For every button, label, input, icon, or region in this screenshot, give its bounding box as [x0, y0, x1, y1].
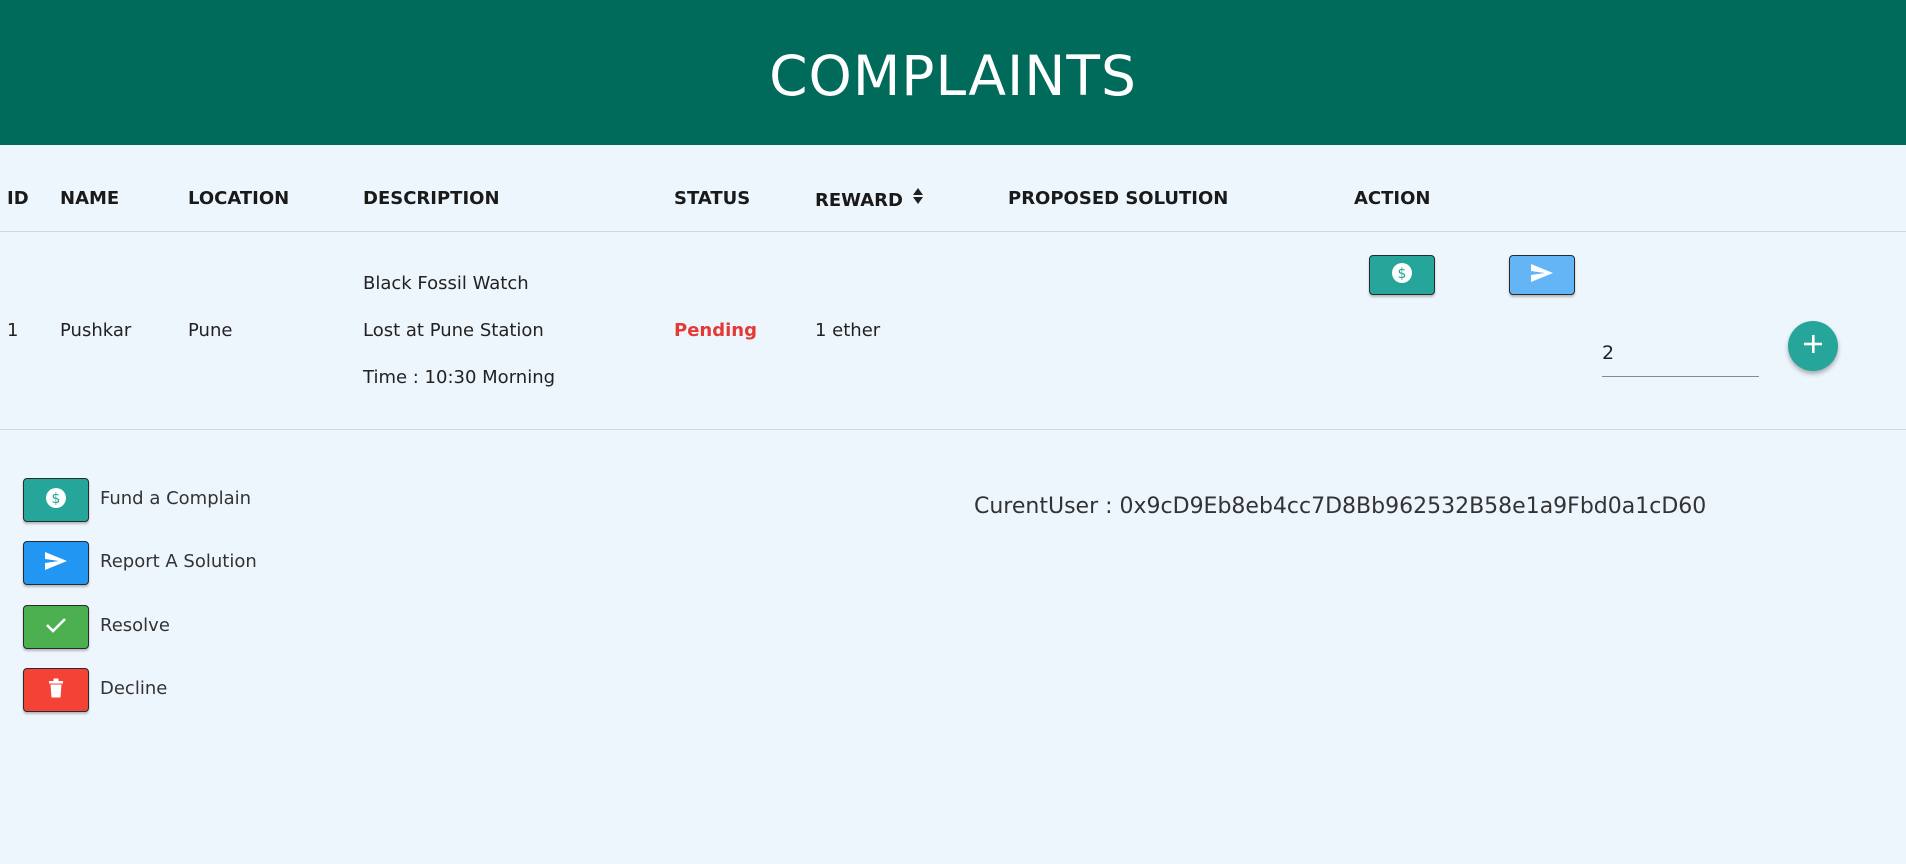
row-divider	[0, 429, 1906, 430]
report-solution-button[interactable]	[1509, 255, 1575, 295]
svg-text:$: $	[52, 491, 61, 507]
column-header-proposed-solution: PROPOSED SOLUTION	[1008, 188, 1229, 209]
legend-resolve-label: Resolve	[100, 615, 170, 636]
current-user: CurentUser : 0x9cD9Eb8eb4cc7D8Bb962532B5…	[974, 494, 1707, 519]
dollar-icon: $	[1391, 262, 1413, 289]
page-title: COMPLAINTS	[769, 43, 1137, 108]
legend-decline-label: Decline	[100, 678, 168, 699]
sort-icon[interactable]	[912, 188, 923, 209]
row-location: Pune	[188, 320, 233, 341]
status-badge: Pending	[674, 320, 757, 341]
column-header-description: DESCRIPTION	[363, 188, 500, 209]
svg-text:$: $	[1398, 266, 1407, 282]
send-icon	[1530, 263, 1554, 288]
amount-input[interactable]	[1602, 330, 1759, 377]
legend-resolve-button[interactable]	[23, 605, 89, 649]
column-header-id: ID	[7, 188, 29, 209]
row-description-line-2: Lost at Pune Station	[363, 320, 544, 341]
column-header-reward[interactable]: REWARD	[815, 188, 923, 211]
row-description-line-1: Black Fossil Watch	[363, 273, 529, 294]
column-header-action: ACTION	[1354, 188, 1431, 209]
row-description-line-3: Time : 10:30 Morning	[363, 367, 556, 388]
header-divider	[0, 231, 1906, 232]
legend-fund-label: Fund a Complain	[100, 488, 252, 509]
page-header: COMPLAINTS	[0, 0, 1906, 145]
legend-report-label: Report A Solution	[100, 551, 257, 572]
send-icon	[44, 551, 68, 576]
plus-icon	[1802, 333, 1824, 360]
dollar-icon: $	[45, 487, 67, 514]
row-id: 1	[7, 320, 19, 341]
trash-icon	[48, 678, 64, 703]
row-reward: 1 ether	[815, 320, 881, 341]
column-header-name: NAME	[60, 188, 120, 209]
legend-fund-button[interactable]: $	[23, 478, 89, 522]
row-name: Pushkar	[60, 320, 132, 341]
legend-decline-button[interactable]	[23, 668, 89, 712]
legend-report-button[interactable]	[23, 541, 89, 585]
column-header-reward-label: REWARD	[815, 190, 903, 211]
column-header-location: LOCATION	[188, 188, 290, 209]
check-icon	[45, 616, 67, 639]
column-header-status: STATUS	[674, 188, 751, 209]
fund-complaint-button[interactable]: $	[1369, 255, 1435, 295]
add-amount-button[interactable]	[1788, 321, 1838, 371]
